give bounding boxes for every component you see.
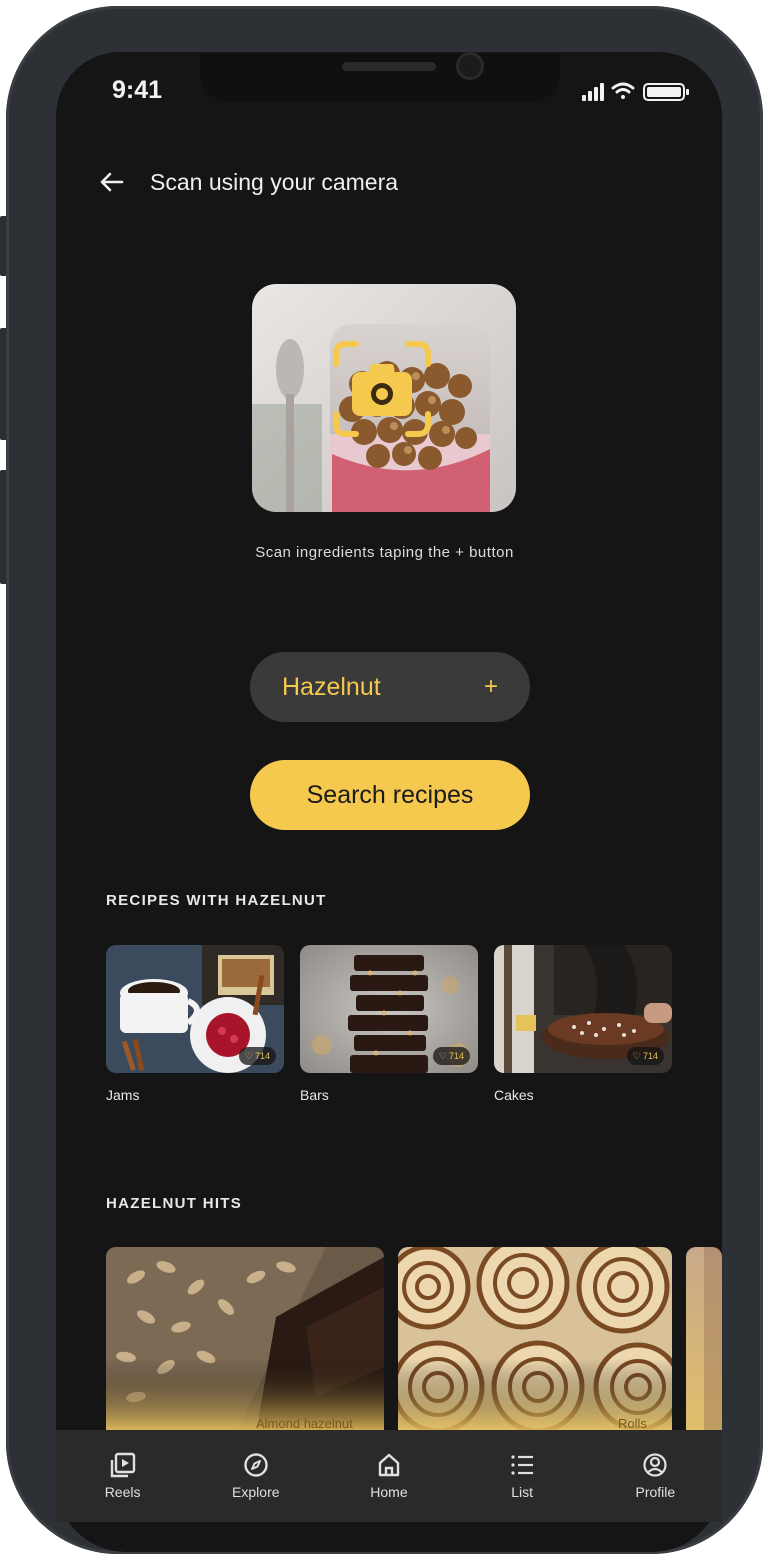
hit-card-label: Almond hazelnut <box>256 1416 353 1431</box>
scan-preview-image[interactable] <box>252 284 516 512</box>
add-ingredient-button[interactable]: + <box>484 673 498 701</box>
speaker <box>342 62 436 71</box>
hit-card-partial[interactable] <box>686 1247 722 1433</box>
back-arrow-icon[interactable] <box>96 167 126 197</box>
cellular-signal-icon <box>582 83 604 101</box>
recipe-card-label: Jams <box>106 1087 140 1103</box>
heart-icon: ♡ <box>632 1050 641 1061</box>
ingredient-chip-label: Hazelnut <box>282 672 381 701</box>
recipe-card-bars[interactable]: ♡ 714 <box>300 945 478 1073</box>
recipe-card-jams[interactable]: ♡ 714 <box>106 945 284 1073</box>
recipe-card-label: Bars <box>300 1087 329 1103</box>
reels-icon <box>110 1452 135 1478</box>
tab-list[interactable]: List <box>462 1452 582 1500</box>
likes-badge: ♡ 714 <box>238 1047 276 1065</box>
hit-card-almond-hazelnut[interactable]: Almond hazelnut <box>106 1247 384 1433</box>
partial-hit-photo <box>686 1247 722 1433</box>
tab-explore[interactable]: Explore <box>196 1452 316 1500</box>
search-recipes-button[interactable]: Search recipes <box>250 760 530 830</box>
bottom-tab-bar: Reels Explore Home List Profile <box>56 1430 722 1522</box>
recipe-card-cakes[interactable]: ♡ 714 <box>494 945 672 1073</box>
tab-reels[interactable]: Reels <box>63 1452 183 1500</box>
likes-count: 714 <box>254 1051 270 1061</box>
tab-label: Explore <box>232 1484 280 1500</box>
likes-count: 714 <box>448 1051 464 1061</box>
hazelnut-jar-photo <box>252 284 516 512</box>
front-camera <box>456 52 484 80</box>
home-icon <box>378 1453 400 1477</box>
heart-icon: ♡ <box>438 1050 447 1061</box>
tab-profile[interactable]: Profile <box>595 1452 715 1500</box>
recipe-card-label: Cakes <box>494 1087 534 1103</box>
profile-icon <box>643 1453 667 1477</box>
heart-icon: ♡ <box>244 1050 253 1061</box>
top-bar: Scan using your camera <box>96 164 398 200</box>
tab-label: Profile <box>635 1484 676 1500</box>
recipes-section-title: RECIPES WITH HAZELNUT <box>106 892 327 909</box>
likes-badge: ♡ 714 <box>432 1047 470 1065</box>
hits-section-title: HAZELNUT HITS <box>106 1195 243 1212</box>
ingredient-chip[interactable]: Hazelnut + <box>250 652 530 722</box>
compass-icon <box>244 1453 268 1477</box>
status-icons <box>582 82 689 101</box>
almond-hazelnut-photo <box>106 1247 384 1433</box>
tab-home[interactable]: Home <box>329 1452 449 1500</box>
rolls-photo <box>398 1247 672 1433</box>
battery-icon <box>643 83 689 101</box>
tab-label: Reels <box>104 1484 141 1500</box>
scan-hint: Scan ingredients taping the + button <box>255 544 514 561</box>
hit-card-label: Rolls <box>618 1416 647 1431</box>
list-icon <box>511 1455 534 1475</box>
tab-label: Home <box>370 1484 408 1500</box>
likes-count: 714 <box>642 1051 658 1061</box>
likes-badge: ♡ 714 <box>626 1047 664 1065</box>
tab-label: List <box>511 1484 534 1500</box>
page-title: Scan using your camera <box>150 168 399 195</box>
hit-card-rolls[interactable]: Rolls <box>398 1247 672 1433</box>
wifi-icon <box>611 82 635 99</box>
status-time: 9:41 <box>112 76 163 104</box>
